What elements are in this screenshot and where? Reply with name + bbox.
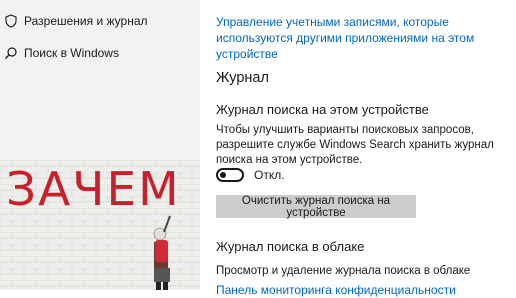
manage-accounts-link[interactable]: Управление учетными записями, которые ис…	[216, 14, 506, 62]
section-title: Журнал	[216, 70, 269, 86]
sidebar-item-search-windows[interactable]: Поиск в Windows	[0, 39, 200, 67]
device-history-heading: Журнал поиска на этом устройстве	[216, 102, 429, 117]
privacy-dashboard-link[interactable]: Панель мониторинга конфиденциальности	[216, 282, 456, 298]
sidebar: Разрешения и журнал Поиск в Windows ЗАЧЕ…	[0, 0, 200, 290]
sidebar-item-permissions-history[interactable]: Разрешения и журнал	[0, 7, 200, 35]
cloud-history-heading: Журнал поиска в облаке	[216, 239, 365, 254]
toggle-knob	[220, 172, 226, 178]
settings-main: Управление учетными записями, которые ис…	[200, 0, 516, 297]
wallpaper-image: ЗАЧЕМ	[0, 160, 200, 290]
device-history-description: Чтобы улучшить варианты поисковых запрос…	[216, 124, 494, 166]
cloud-history-description: Просмотр и удаление журнала поиска в обл…	[216, 265, 471, 277]
device-history-toggle[interactable]	[216, 168, 244, 182]
sidebar-item-label: Разрешения и журнал	[24, 14, 148, 28]
shield-icon	[4, 14, 18, 28]
search-icon	[4, 46, 18, 60]
toggle-state-label: Откл.	[254, 168, 285, 182]
graffiti-text: ЗАЧЕМ	[6, 162, 181, 216]
clear-device-history-button[interactable]: Очистить журнал поиска на устройстве	[216, 195, 416, 219]
sidebar-item-label: Поиск в Windows	[24, 46, 119, 60]
